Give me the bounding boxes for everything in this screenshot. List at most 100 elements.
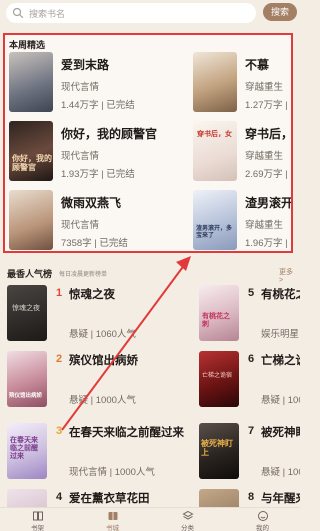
weekly-picks-section: 本周精选 爱到末路 现代言情 1.44万字 | 已完结 你好，我的顾警官 你好，… <box>3 33 293 253</box>
book-card[interactable]: 爱到末路 现代言情 1.44万字 | 已完结 <box>9 52 149 112</box>
more-link[interactable]: 更多 > <box>279 267 297 284</box>
book-title: 微雨双燕飞 <box>61 196 122 210</box>
book-title: 与年醒来事 <box>261 493 300 505</box>
ranking-item-partial: 4 爱在薰衣草花田 <box>7 489 187 507</box>
ranking-item[interactable]: 4 爱在薰衣草花田 <box>7 489 187 507</box>
book-cover <box>9 190 53 250</box>
book-meta: 悬疑 | 1000人气 <box>69 395 136 406</box>
book-title: 惊魂之夜 <box>69 289 115 301</box>
book-cover: 你好，我的顾警官 <box>9 121 53 181</box>
book-meta: 2.69万字 | 已完结 <box>245 169 291 180</box>
ranking-item[interactable]: 亡梯之诡宿 6 亡梯之诡宿 悬疑 | 1000人气 <box>199 351 300 411</box>
bookshelf-icon <box>32 511 43 521</box>
book-title: 在春天来临之前醒过来 <box>69 427 184 439</box>
cover-title-text: 在春天来临之前醒过来 <box>10 437 38 460</box>
ranking-item[interactable]: 惊魂之夜 1 惊魂之夜 悬疑 | 1060人气 <box>7 285 187 345</box>
rank-number: 2 <box>56 353 63 365</box>
book-title: 爱在薰衣草花田 <box>69 493 150 505</box>
book-title: 被死神盯上 <box>261 427 300 439</box>
book-meta: 娱乐明星 | 1万人气 <box>261 329 300 340</box>
rank-number: 7 <box>248 425 255 437</box>
cover-title-text: 你好，我的顾警官 <box>12 154 52 172</box>
section-title: 本周精选 <box>9 40 46 50</box>
ranking-item[interactable]: 被死神盯上 7 被死神盯上 悬疑 | 1000人气 <box>199 423 300 483</box>
cover-title-text: 穿书后，女 <box>197 131 232 138</box>
book-genre: 现代言情 <box>61 151 100 162</box>
tab-label: 书架 <box>31 525 44 531</box>
book-cover: 渣男滚开，多宝来了 <box>193 190 237 250</box>
profile-icon <box>257 511 268 521</box>
book-meta: 1.93万字 | 已完结 <box>61 169 135 180</box>
rank-number: 4 <box>56 491 63 503</box>
book-cover: 穿书后，女 <box>193 121 237 181</box>
ranking-item[interactable]: 8 与年醒来事 <box>199 489 300 507</box>
section-title: 最香人气榜 <box>7 269 53 279</box>
tab-label: 书城 <box>106 525 119 531</box>
rank-number: 8 <box>248 491 255 503</box>
book-meta: 悬疑 | 1000人气 <box>261 395 300 406</box>
tab-bookstore[interactable]: 书城 <box>75 508 150 531</box>
search-placeholder: 搜索书名 <box>29 8 66 19</box>
book-title: 爱到末路 <box>61 58 110 72</box>
ranking-item[interactable]: 在春天来临之前醒过来 3 在春天来临之前醒过来 现代言情 | 1000人气 <box>7 423 187 483</box>
ranking-item[interactable]: 有桃花之刺 5 有桃花之刺 娱乐明星 | 1万人气 <box>199 285 300 345</box>
book-card[interactable]: 渣男滚开，多宝来了 渣男滚开， 穿越重生 1.96万字 | 已完结 <box>193 190 291 250</box>
cover-title-text: 亡梯之诡宿 <box>202 373 233 379</box>
search-bar: 搜索书名 搜索 <box>0 0 300 30</box>
book-genre: 穿越重生 <box>245 82 284 93</box>
tab-category[interactable]: 分类 <box>150 508 225 531</box>
cover-title-text: 渣男滚开，多宝来了 <box>196 226 233 239</box>
cover-title-text: 惊魂之夜 <box>12 305 40 312</box>
tab-bookshelf[interactable]: 书架 <box>0 508 75 531</box>
book-title: 不慕 <box>245 58 270 72</box>
book-title: 你好，我的顾警官 <box>61 127 158 141</box>
cover-title-text: 被死神盯上 <box>201 439 233 457</box>
book-card[interactable]: 不慕 穿越重生 1.27万字 | 已完结 <box>193 52 291 112</box>
popularity-header: 最香人气榜 每日凌晨更新榜单 更多 > <box>7 266 297 284</box>
book-title: 亡梯之诡宿 <box>261 355 300 367</box>
search-button[interactable]: 搜索 <box>263 3 297 21</box>
right-ranking-column: 有桃花之刺 5 有桃花之刺 娱乐明星 | 1万人气 亡梯之诡宿 6 亡梯之诡宿 … <box>199 285 300 507</box>
book-title: 渣男滚开， <box>245 196 291 210</box>
book-meta: 悬疑 | 1000人气 <box>261 467 300 478</box>
book-card[interactable]: 穿书后，女 穿书后，女 穿越重生 2.69万字 | 已完结 <box>193 121 291 181</box>
bottom-tab-bar: 书架 书城 分类 我的 <box>0 507 300 531</box>
book-cover <box>9 52 53 112</box>
book-genre: 穿越重生 <box>245 220 284 231</box>
search-input[interactable]: 搜索书名 <box>6 3 256 23</box>
book-title: 殡仪馆出病娇 <box>69 355 138 367</box>
rank-number: 6 <box>248 353 255 365</box>
rank-number: 1 <box>56 287 63 299</box>
book-genre: 穿越重生 <box>245 151 284 162</box>
book-card[interactable]: 你好，我的顾警官 你好，我的顾警官 现代言情 1.93万字 | 已完结 <box>9 121 157 181</box>
category-icon <box>181 510 194 520</box>
book-meta: 现代言情 | 1000人气 <box>69 467 155 478</box>
book-title: 穿书后，女 <box>245 127 291 141</box>
rank-number: 3 <box>56 425 63 437</box>
right-column: 不慕 穿越重生 1.27万字 | 已完结 穿书后，女 穿书后，女 穿越重生 2.… <box>193 52 291 252</box>
ranking-item[interactable]: 殡仪馆出病娇 2 殡仪馆出病娇 悬疑 | 1000人气 <box>7 351 187 411</box>
tab-profile[interactable]: 我的 <box>225 508 300 531</box>
book-cover: 惊魂之夜 <box>7 285 47 341</box>
book-cover: 有桃花之刺 <box>199 285 239 341</box>
book-card[interactable]: 微雨双燕飞 现代言情 7358字 | 已完结 <box>9 190 149 250</box>
book-cover: 被死神盯上 <box>199 423 239 479</box>
bookstore-icon <box>108 512 117 520</box>
book-cover: 在春天来临之前醒过来 <box>7 423 47 479</box>
book-cover: 亡梯之诡宿 <box>199 351 239 407</box>
book-genre: 现代言情 <box>61 220 100 231</box>
book-meta: 7358字 | 已完结 <box>61 238 128 249</box>
book-title: 有桃花之刺 <box>261 289 300 301</box>
book-cover <box>7 489 47 507</box>
cover-title-text: 殡仪馆出病娇 <box>9 393 43 399</box>
tab-label: 分类 <box>181 525 194 531</box>
section-subtitle: 每日凌晨更新榜单 <box>59 272 108 278</box>
book-meta: 悬疑 | 1060人气 <box>69 329 136 340</box>
book-genre: 现代言情 <box>61 82 100 93</box>
search-icon <box>12 7 24 19</box>
book-meta: 1.96万字 | 已完结 <box>245 238 291 249</box>
book-meta: 1.44万字 | 已完结 <box>61 100 135 111</box>
cover-title-text: 有桃花之刺 <box>202 313 230 328</box>
tab-label: 我的 <box>256 525 269 531</box>
book-cover: 殡仪馆出病娇 <box>7 351 47 407</box>
